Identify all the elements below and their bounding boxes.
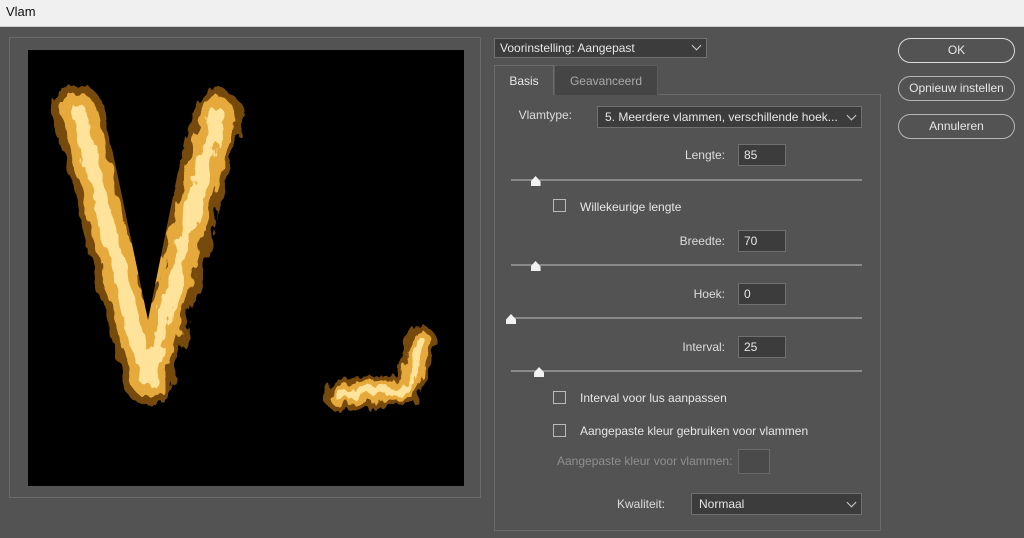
- custom-color-label: Aangepaste kleur gebruiken voor vlammen: [580, 424, 809, 438]
- quality-label: Kwaliteit:: [616, 497, 665, 511]
- quality-dropdown[interactable]: Normaal: [691, 493, 862, 515]
- length-input[interactable]: 85: [738, 144, 786, 166]
- width-label: Breedte:: [679, 234, 725, 248]
- preset-label: Voorinstelling: Aangepast: [500, 41, 635, 55]
- tab-bar: Basis Geavanceerd: [494, 65, 881, 95]
- chevron-down-icon: [846, 497, 857, 508]
- random-length-label: Willekeurige lengte: [580, 200, 682, 214]
- chevron-down-icon: [691, 40, 702, 51]
- length-slider-track[interactable]: [511, 179, 862, 181]
- flame-type-dropdown[interactable]: 5. Meerdere vlammen, verschillende hoek.…: [597, 106, 862, 128]
- window-title: Vlam: [6, 4, 36, 19]
- preset-dropdown[interactable]: Voorinstelling: Aangepast: [494, 38, 707, 58]
- tab-geavanceerd[interactable]: Geavanceerd: [554, 65, 658, 95]
- cancel-button[interactable]: Annuleren: [898, 114, 1015, 139]
- custom-color-checkbox[interactable]: [553, 424, 566, 437]
- interval-slider-track[interactable]: [511, 370, 862, 372]
- ok-button[interactable]: OK: [898, 38, 1015, 63]
- random-length-checkbox[interactable]: [553, 199, 566, 212]
- flame-type-label: Vlamtype:: [518, 108, 572, 122]
- length-label: Lengte:: [684, 148, 725, 162]
- flame-preview-image: [53, 85, 435, 410]
- custom-color-swatch-label: Aangepaste kleur voor vlammen:: [557, 454, 733, 468]
- quality-value: Normaal: [699, 497, 745, 511]
- loop-interval-checkbox[interactable]: [553, 391, 566, 404]
- tab-basis[interactable]: Basis: [494, 65, 554, 95]
- reset-button[interactable]: Opnieuw instellen: [898, 76, 1015, 101]
- flame-preview-canvas[interactable]: [28, 50, 464, 486]
- loop-interval-label: Interval voor lus aanpassen: [580, 391, 727, 405]
- chevron-down-icon: [846, 110, 857, 121]
- width-input[interactable]: 70: [738, 230, 786, 252]
- flame-type-value: 5. Meerdere vlammen, verschillende hoek.…: [605, 110, 838, 124]
- custom-color-swatch: [738, 449, 770, 474]
- title-bar: Vlam: [0, 0, 1024, 27]
- interval-input[interactable]: 25: [738, 336, 786, 358]
- angle-label: Hoek:: [693, 287, 725, 301]
- interval-label: Interval:: [682, 340, 725, 354]
- width-slider-track[interactable]: [511, 264, 862, 266]
- angle-input[interactable]: 0: [738, 283, 786, 305]
- angle-slider-track[interactable]: [511, 317, 862, 319]
